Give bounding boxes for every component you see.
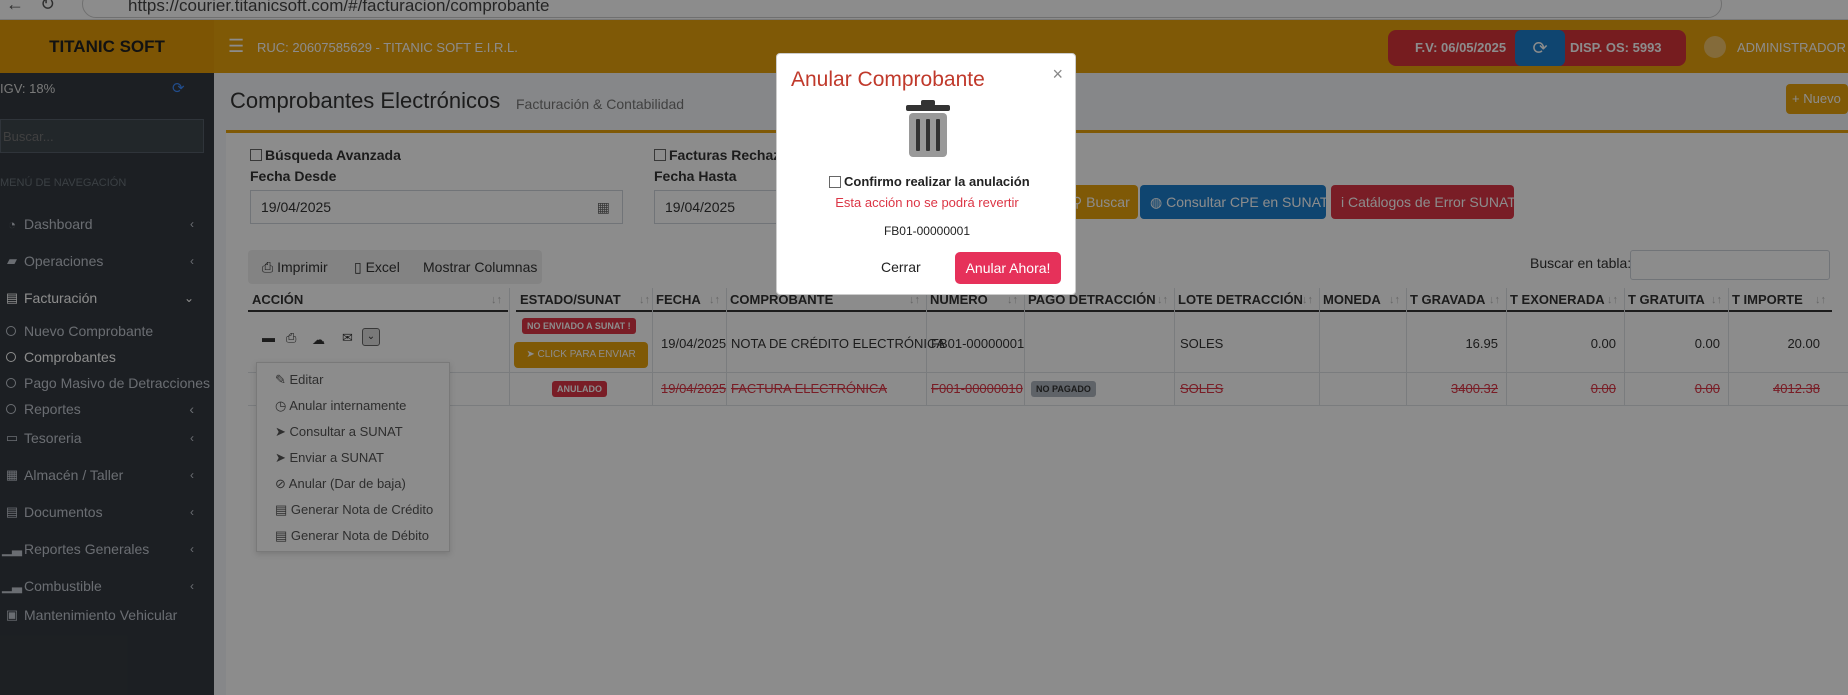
warning-text: Esta acción no se podrá revertir [835, 195, 1019, 210]
cancel-button[interactable]: Cerrar [881, 259, 921, 275]
modal-title: Anular Comprobante [791, 68, 985, 91]
trash-icon [906, 100, 950, 157]
checkbox-icon[interactable] [829, 175, 841, 188]
confirm-checkbox[interactable]: Confirmo realizar la anulación [829, 174, 1030, 189]
close-icon[interactable]: × [1052, 64, 1063, 85]
void-now-button[interactable]: Anular Ahora! [955, 252, 1061, 284]
void-invoice-modal: Anular Comprobante × Confirmo realizar l… [776, 53, 1076, 295]
document-number: FB01-00000001 [883, 224, 971, 238]
